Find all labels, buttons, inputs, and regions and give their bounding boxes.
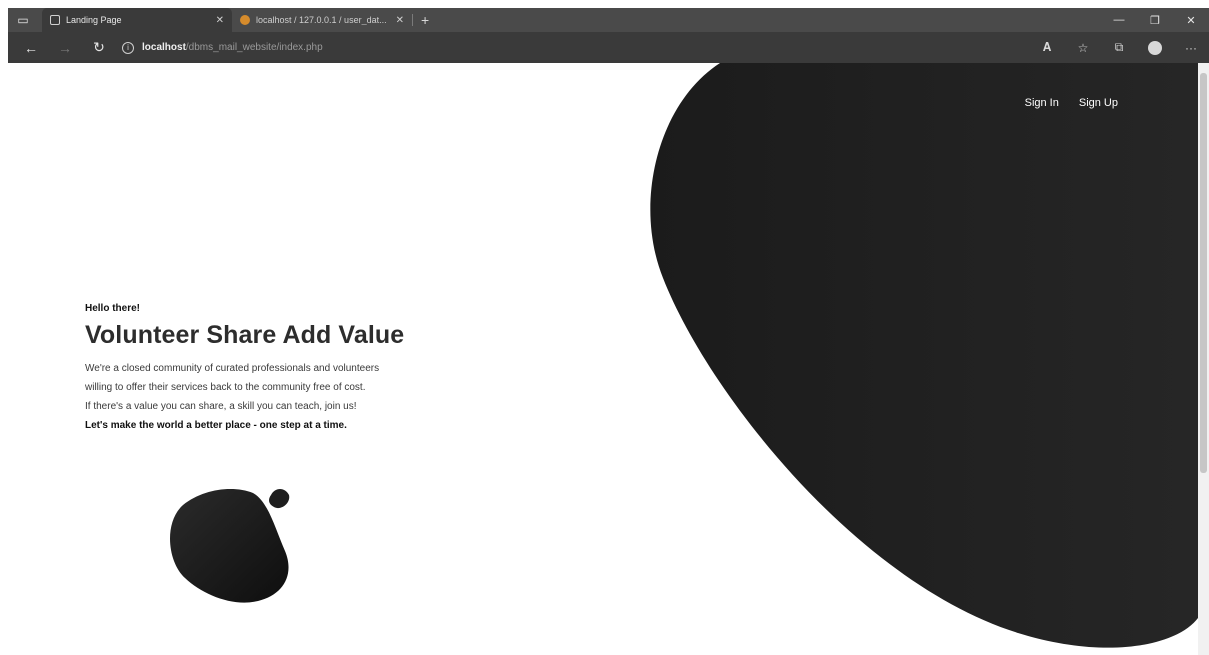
new-tab-icon[interactable]: +: [413, 12, 437, 28]
minimize-icon[interactable]: —: [1101, 8, 1137, 32]
hero-description-line-2: willing to offer their services back to …: [85, 382, 366, 393]
read-aloud-icon[interactable]: 𝐀: [1029, 35, 1065, 61]
profile-avatar-icon[interactable]: [1137, 35, 1173, 61]
sign-up-link[interactable]: Sign Up: [1079, 97, 1118, 109]
restore-icon[interactable]: ❐: [1137, 8, 1173, 32]
hero-tagline: Let's make the world a better place - on…: [85, 420, 347, 431]
collections-icon[interactable]: ⧉: [1101, 35, 1137, 61]
page-scrollbar[interactable]: [1198, 63, 1209, 655]
more-menu-icon[interactable]: ···: [1173, 35, 1209, 61]
tab-close-icon[interactable]: ✕: [396, 15, 404, 26]
scrollbar-thumb[interactable]: [1200, 73, 1207, 473]
phpmyadmin-favicon-icon: [240, 15, 250, 25]
close-window-icon[interactable]: ✕: [1173, 8, 1209, 32]
hero-greeting: Hello there!: [85, 303, 141, 314]
window-top-strip: [0, 0, 1209, 8]
reload-icon[interactable]: ↻: [82, 35, 116, 61]
tab-landing-page[interactable]: Landing Page ✕: [42, 8, 232, 32]
tab-phpmyadmin[interactable]: localhost / 127.0.0.1 / user_dat... ✕: [232, 8, 412, 32]
hero-description-line-1: We're a closed community of curated prof…: [85, 363, 380, 374]
page-favicon-icon: [50, 15, 60, 25]
back-arrow-icon[interactable]: ←: [14, 35, 48, 61]
url-path: /dbms_mail_website/index.php: [185, 42, 323, 53]
site-info-icon[interactable]: i: [122, 41, 134, 54]
forward-arrow-icon[interactable]: →: [48, 35, 82, 61]
browser-toolbar: 𝐀 ☆ ⧉ ···: [1029, 35, 1209, 61]
hero-title: Volunteer Share Add Value: [85, 321, 405, 349]
hero-description-line-3: If there's a value you can share, a skil…: [85, 401, 357, 412]
window-controls: — ❐ ✕: [1101, 8, 1209, 32]
tab-title: Landing Page: [66, 15, 122, 25]
tab-actions-icon[interactable]: ▭: [8, 8, 38, 32]
favorites-icon[interactable]: ☆: [1065, 35, 1101, 61]
url-host: localhost: [142, 42, 186, 53]
browser-tab-bar: ▭ Landing Page ✕ localhost / 127.0.0.1 /…: [8, 8, 1209, 32]
tab-title: localhost / 127.0.0.1 / user_dat...: [256, 15, 387, 25]
browser-address-bar: ← → ↻ i localhost/dbms_mail_website/inde…: [8, 32, 1209, 63]
url-field[interactable]: i localhost/dbms_mail_website/index.php: [122, 41, 323, 54]
sign-in-link[interactable]: Sign In: [1025, 97, 1059, 109]
page-viewport: Sign In Sign Up Hello there! Volunteer S…: [8, 63, 1198, 655]
tab-close-icon[interactable]: ✕: [216, 15, 224, 26]
top-navigation: Sign In Sign Up: [1025, 97, 1118, 109]
hero-section: Hello there! Volunteer Share Add Value W…: [85, 303, 505, 435]
decorative-blob-illustration: [170, 489, 290, 603]
